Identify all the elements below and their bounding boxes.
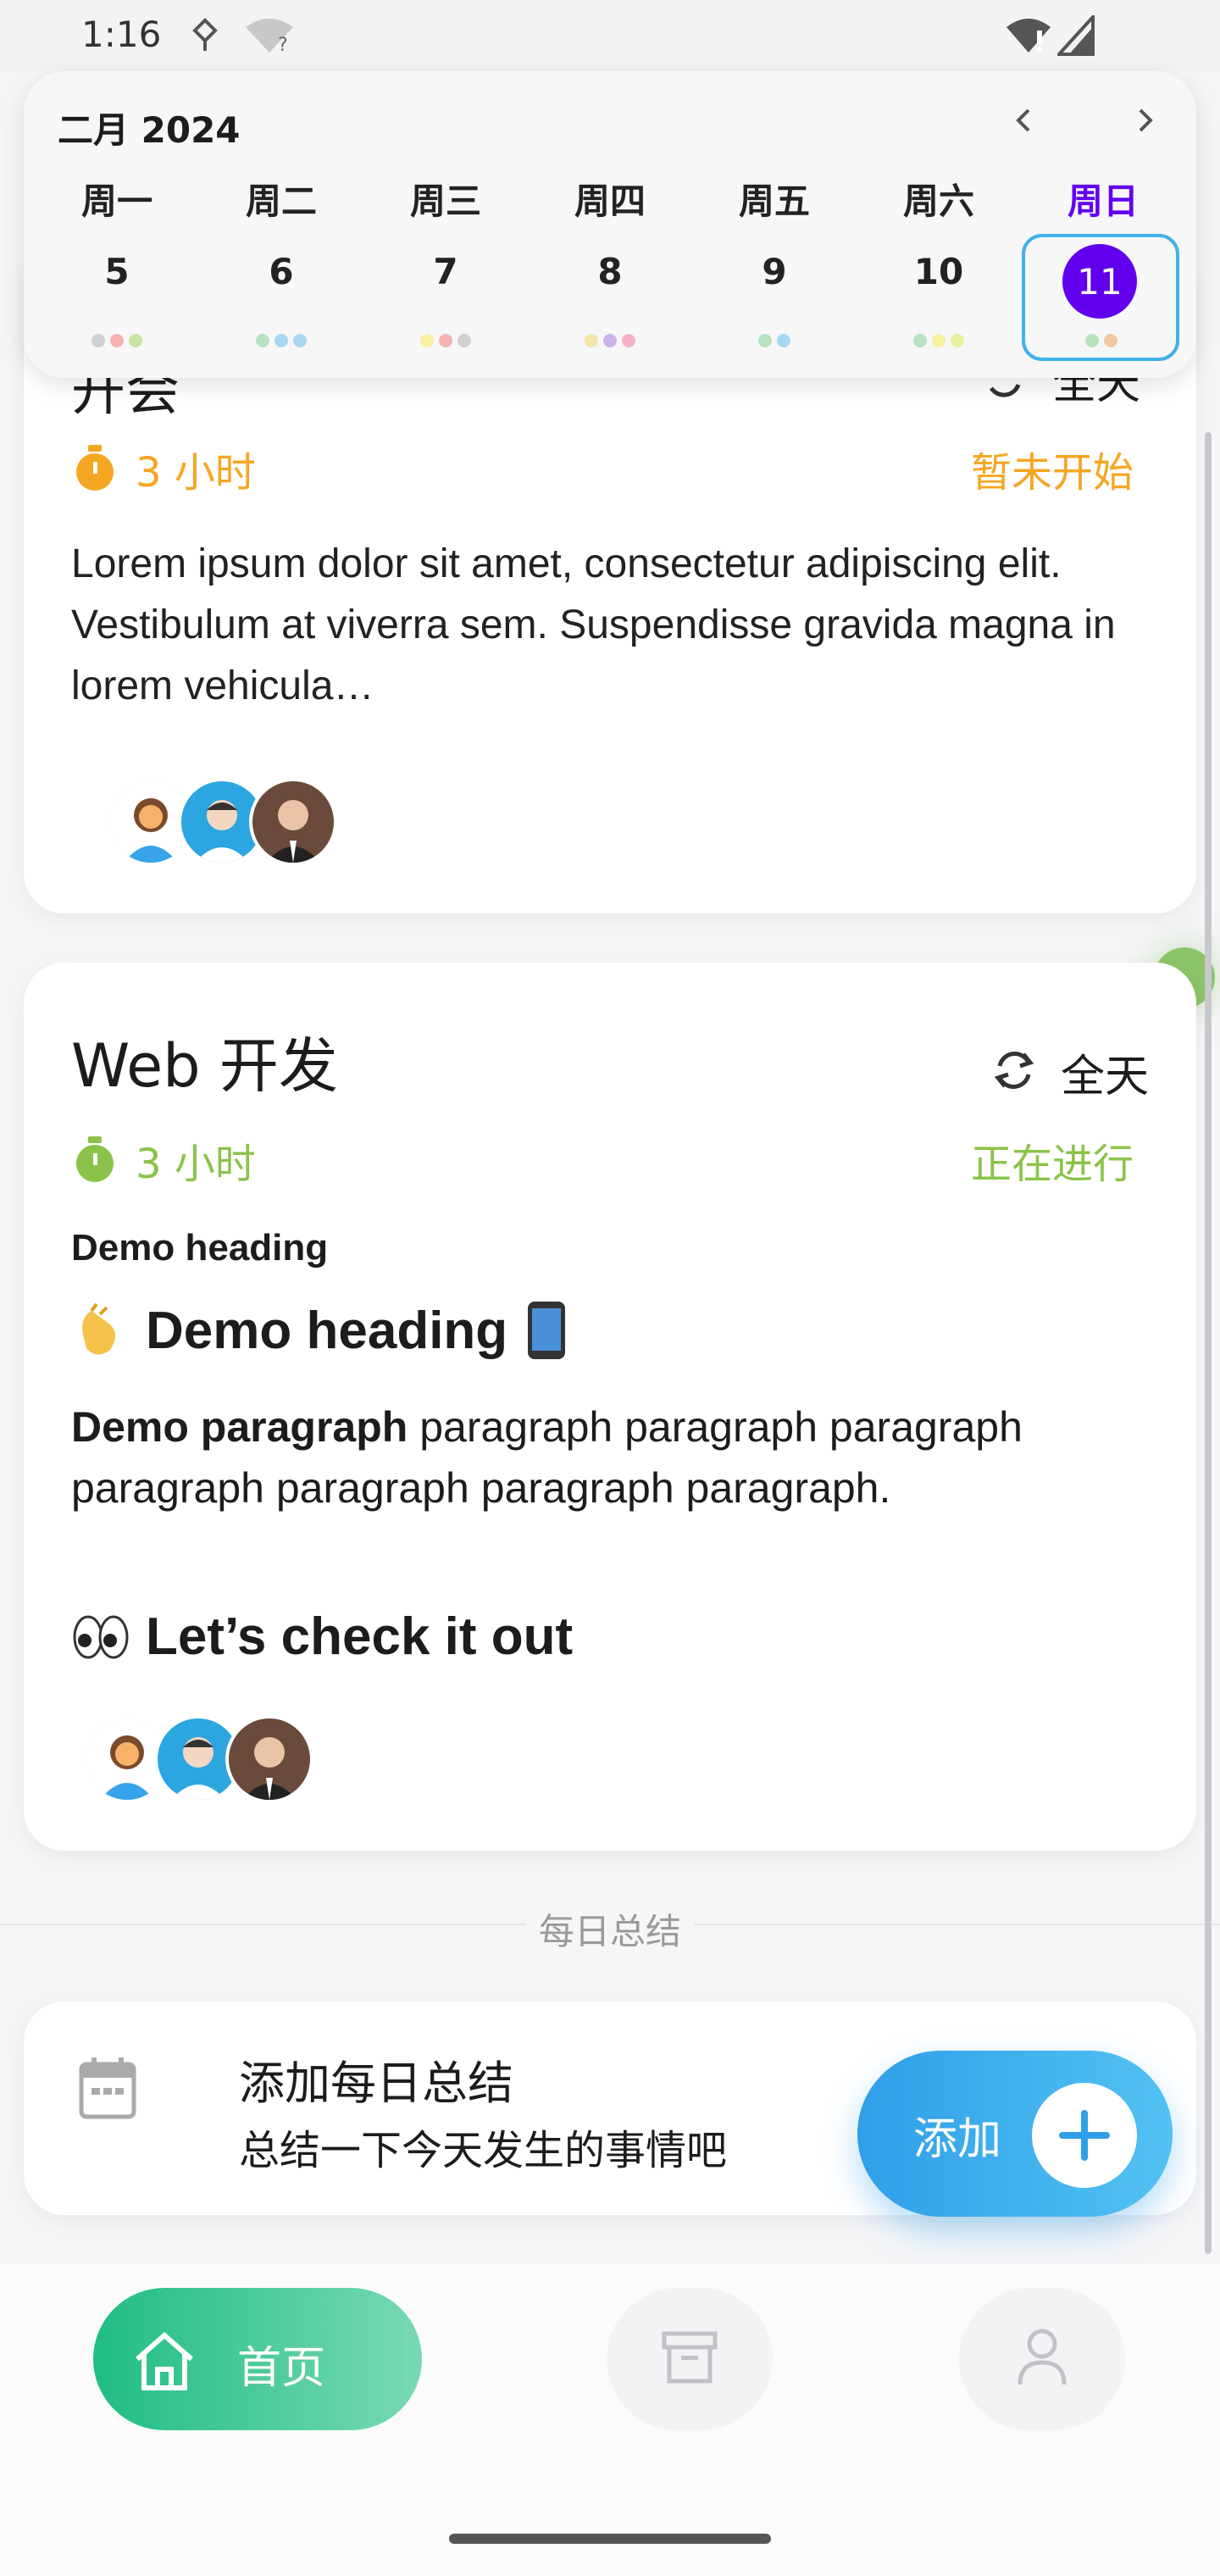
demo-heading-big: Demo heading: [146, 1301, 508, 1360]
vpn-key-icon: [188, 17, 222, 58]
day-6[interactable]: 6: [205, 251, 358, 292]
plus-icon: [1032, 2083, 1137, 2188]
add-summary-button[interactable]: 添加: [857, 2051, 1173, 2217]
chevron-right-icon: [1139, 108, 1153, 132]
eyes-icon: [73, 1615, 129, 1658]
mobile-phone-icon: [528, 1302, 566, 1359]
task-description: Lorem ipsum dolor sit amet, consectetur …: [71, 541, 1116, 708]
participants[interactable]: [83, 1715, 313, 1803]
weekday-mon: 周一: [80, 180, 152, 222]
clapping-hands-icon: [82, 1302, 115, 1355]
duration-row: 3 小时: [73, 1130, 256, 1190]
task-card-web-dev[interactable]: Web 开发 全天 3 小时 正在进行 Demo heading Demo he…: [24, 963, 1196, 1851]
day-10[interactable]: 10: [862, 251, 1015, 292]
duration-text: 3 小时: [136, 449, 256, 497]
daily-summary-section-label: 每日总结: [525, 1903, 695, 1955]
cell-signal-icon: [1055, 12, 1095, 59]
add-button-label: 添加: [913, 2114, 1002, 2165]
day-11-event-dots: [1025, 334, 1178, 347]
wifi-alert-icon: [1005, 15, 1052, 59]
archive-icon: [661, 2330, 718, 2388]
gesture-home-indicator[interactable]: [449, 2534, 771, 2544]
day-10-event-dots: [862, 334, 1015, 347]
next-week-button[interactable]: [1125, 100, 1166, 141]
participants[interactable]: [107, 778, 337, 866]
chevron-left-icon: [1016, 108, 1030, 132]
task-status: 暂未开始: [971, 449, 1134, 497]
home-icon: [132, 2330, 197, 2395]
wifi-unknown-icon: ?: [244, 17, 295, 58]
day-9[interactable]: 9: [698, 251, 851, 292]
daily-summary-title: 添加每日总结: [239, 2057, 513, 2110]
day-8-event-dots: [534, 334, 686, 347]
day-6-event-dots: [205, 334, 358, 347]
task-status: 正在进行: [971, 1141, 1134, 1188]
nav-home-label: 首页: [237, 2343, 326, 2394]
check-it-out-text: Let’s check it out: [146, 1607, 574, 1666]
day-5[interactable]: 5: [41, 251, 193, 292]
status-time: 1:16: [81, 14, 162, 55]
avatar-man-suit: [225, 1715, 313, 1803]
demo-paragraph: Demo paragraph paragraph paragraph parag…: [71, 1396, 1156, 1518]
repeat-icon: [990, 1046, 1039, 1098]
weekday-fri: 周五: [738, 180, 810, 222]
calendar-month-label: 二月 2024: [58, 109, 241, 151]
demo-paragraph-bold: Demo paragraph: [71, 1403, 408, 1451]
nav-profile-button[interactable]: [959, 2288, 1125, 2430]
weekday-wed: 周三: [409, 180, 481, 222]
day-5-event-dots: [41, 334, 193, 347]
nav-archive-button[interactable]: [607, 2288, 773, 2430]
day-9-event-dots: [698, 334, 851, 347]
avatar-man-suit: [249, 778, 337, 866]
day-11-selected[interactable]: 11: [1062, 244, 1137, 319]
scrollbar[interactable]: [1205, 432, 1212, 2254]
demo-heading-small: Demo heading: [71, 1227, 329, 1269]
calendar-icon: [78, 2056, 137, 2124]
weekday-sat: 周六: [902, 180, 974, 222]
task-title: 开会: [71, 373, 180, 423]
weekday-thu: 周四: [574, 180, 646, 222]
weekday-tue: 周二: [245, 180, 317, 222]
check-it-out-row: Let’s check it out: [71, 1607, 573, 1667]
person-icon: [1015, 2327, 1069, 2391]
weekday-sun: 周日: [1067, 180, 1139, 222]
prev-week-button[interactable]: [1003, 100, 1044, 141]
duration-text: 3 小时: [136, 1141, 256, 1188]
day-7[interactable]: 7: [369, 251, 522, 292]
duration-row: 3 小时: [73, 439, 256, 498]
day-8[interactable]: 8: [534, 251, 686, 292]
status-bar: 1:16 ?: [0, 0, 1220, 71]
stopwatch-icon: [76, 1136, 114, 1182]
repeat-label: 全天: [1052, 373, 1141, 409]
day-7-event-dots: [369, 334, 522, 347]
nav-home-button[interactable]: 首页: [93, 2288, 422, 2430]
daily-summary-subtitle: 总结一下今天发生的事情吧: [239, 2127, 728, 2174]
demo-heading-big-row: Demo heading: [71, 1300, 570, 1361]
svg-text:?: ?: [278, 35, 288, 54]
stopwatch-icon: [76, 445, 114, 491]
week-calendar: 二月 2024 周一 周二 周三 周四 周五 周六 周日 5 6 7 8 9 1…: [24, 71, 1196, 378]
task-title: Web 开发: [71, 1031, 338, 1101]
repeat-label: 全天: [1061, 1052, 1150, 1102]
